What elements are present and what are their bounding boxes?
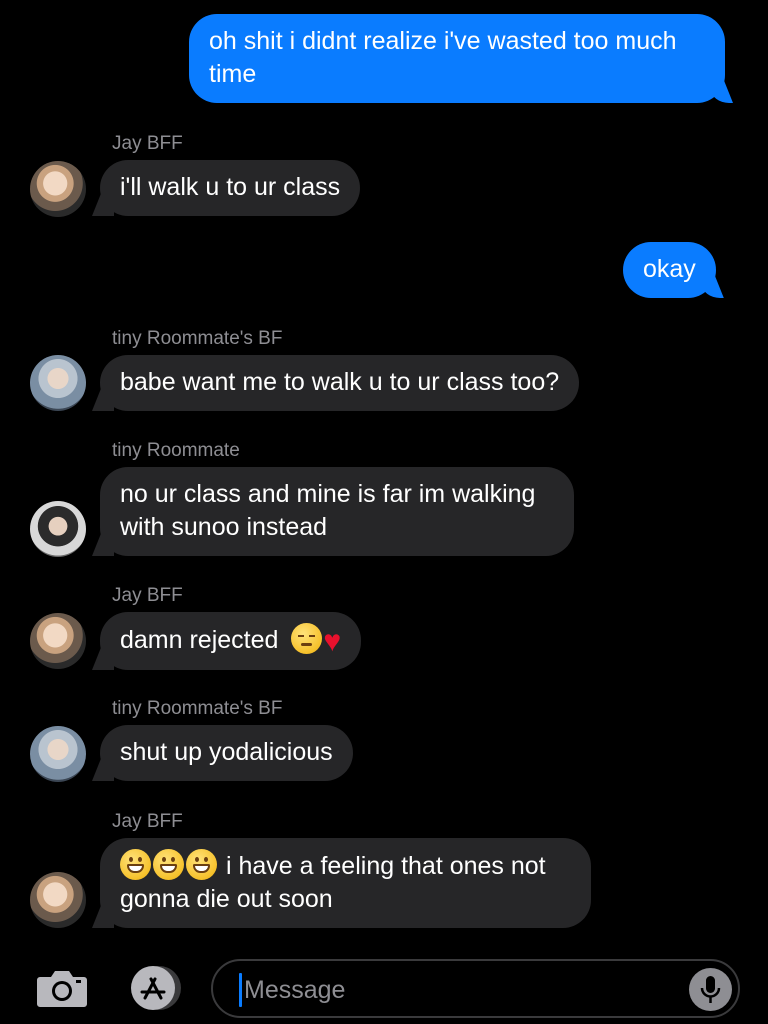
message-bubble-incoming[interactable]: damn rejected ♥ <box>100 612 362 670</box>
message-bubble-outgoing[interactable]: okay <box>623 242 716 298</box>
grinning-face-emoji <box>186 849 217 880</box>
sender-name: tiny Roommate's BF <box>112 698 283 719</box>
grinning-face-emoji <box>120 849 151 880</box>
sender-name: tiny Roommate's BF <box>112 328 283 349</box>
message-bubble-incoming[interactable]: babe want me to walk u to ur class too? <box>100 355 580 411</box>
microphone-icon[interactable] <box>689 968 732 1011</box>
message-bubble-incoming[interactable]: shut up yodalicious <box>100 725 353 781</box>
message-bubble-outgoing[interactable]: oh shit i didnt realize i've wasted too … <box>189 14 725 103</box>
broken-heart-emoji: ♥ <box>323 625 342 658</box>
app-store-icon[interactable] <box>123 965 183 1011</box>
message-text: damn rejected <box>120 626 279 654</box>
sender-name: Jay BFF <box>112 585 183 606</box>
text-cursor <box>239 973 242 1007</box>
message-text: i'll walk u to ur class <box>120 173 341 201</box>
avatar-jay-bff[interactable] <box>30 613 86 669</box>
avatar-jay-bff[interactable] <box>30 161 86 217</box>
sender-name: tiny Roommate <box>112 440 240 461</box>
grinning-face-emoji <box>153 849 184 880</box>
avatar-tiny-roommate[interactable] <box>30 501 86 557</box>
sender-name: Jay BFF <box>112 811 183 832</box>
avatar-tiny-roommates-bf[interactable] <box>30 726 86 782</box>
message-bubble-incoming[interactable]: i'll walk u to ur class <box>100 160 361 216</box>
message-input[interactable]: Message <box>211 959 740 1018</box>
message-text: i have a feeling that ones not gonna die… <box>120 852 546 913</box>
message-bubble-incoming[interactable]: i have a feeling that ones not gonna die… <box>100 838 591 928</box>
sender-name: Jay BFF <box>112 133 183 154</box>
message-text: oh shit i didnt realize i've wasted too … <box>209 27 677 88</box>
avatar-jay-bff[interactable] <box>30 872 86 928</box>
camera-icon[interactable] <box>36 967 88 1009</box>
message-thread[interactable]: oh shit i didnt realize i've wasted too … <box>0 0 768 950</box>
message-text: shut up yodalicious <box>120 738 333 766</box>
message-text: no ur class and mine is far im walking w… <box>120 480 536 541</box>
message-placeholder: Message <box>244 976 346 1004</box>
composer-bar: Message <box>0 950 768 1024</box>
avatar-tiny-roommates-bf[interactable] <box>30 355 86 411</box>
message-bubble-incoming[interactable]: no ur class and mine is far im walking w… <box>100 467 574 556</box>
pensive-face-emoji <box>291 623 323 654</box>
message-text: babe want me to walk u to ur class too? <box>120 368 560 396</box>
message-text: okay <box>643 255 696 283</box>
